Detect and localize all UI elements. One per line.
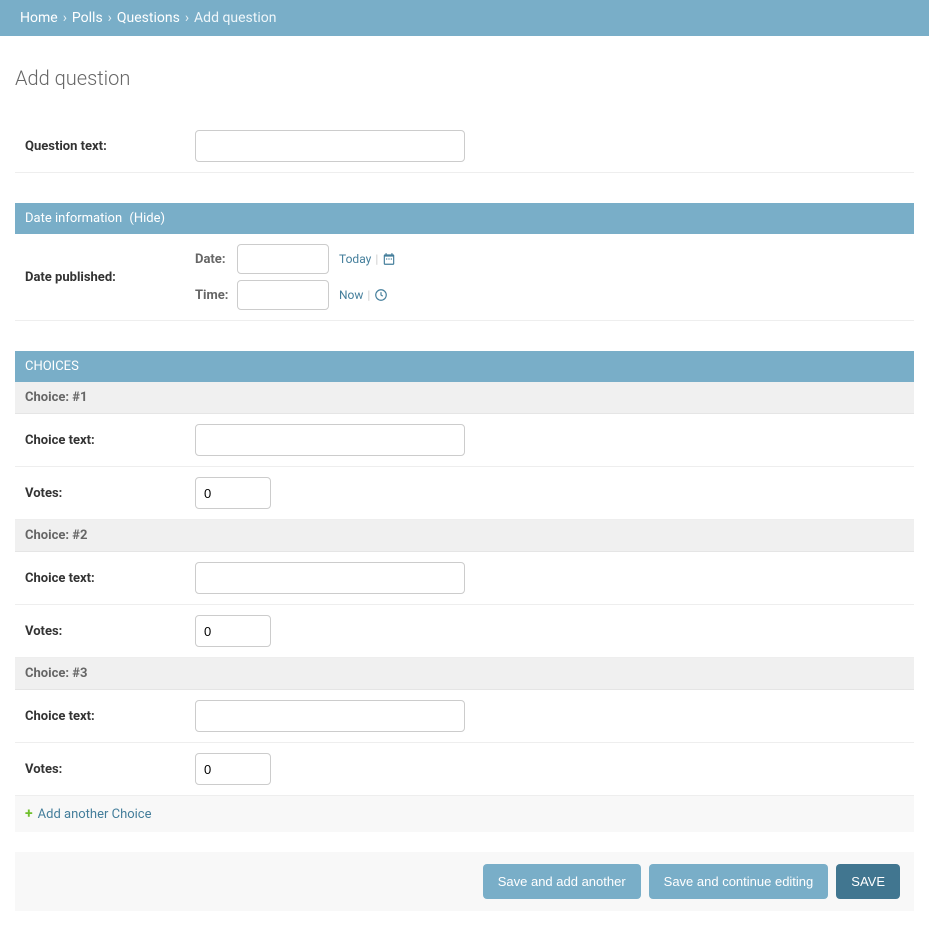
sublabel-time: Time: xyxy=(195,288,237,303)
label-date-published: Date published: xyxy=(25,270,195,285)
row-choice-text: Choice text: xyxy=(15,690,914,743)
breadcrumb-sep: › xyxy=(108,10,112,26)
inline-header-choice: Choice: #3 xyxy=(15,658,914,690)
row-votes: Votes: xyxy=(15,743,914,796)
input-date[interactable] xyxy=(237,244,329,274)
save-continue-button[interactable]: Save and continue editing xyxy=(649,864,829,899)
save-add-another-button[interactable]: Save and add another xyxy=(483,864,641,899)
date-line: Date: Today | xyxy=(195,244,904,274)
row-votes: Votes: xyxy=(15,605,914,658)
add-row: + Add another Choice xyxy=(15,796,914,832)
breadcrumb-home[interactable]: Home xyxy=(20,10,58,26)
breadcrumb: Home › Polls › Questions › Add question xyxy=(0,0,929,36)
save-button[interactable]: SAVE xyxy=(836,864,900,899)
label-votes: Votes: xyxy=(25,762,195,777)
now-link[interactable]: Now xyxy=(339,288,363,302)
input-choice-text-1[interactable] xyxy=(195,424,465,456)
add-another-choice-label: Add another Choice xyxy=(38,807,152,822)
breadcrumb-current: Add question xyxy=(194,10,276,26)
label-question-text: Question text: xyxy=(25,139,195,154)
breadcrumb-sep: › xyxy=(185,10,189,26)
input-votes-1[interactable] xyxy=(195,477,271,509)
label-votes: Votes: xyxy=(25,624,195,639)
submit-row: Save and add another Save and continue e… xyxy=(15,852,914,911)
input-question-text[interactable] xyxy=(195,130,465,162)
input-votes-3[interactable] xyxy=(195,753,271,785)
label-votes: Votes: xyxy=(25,486,195,501)
section-title: Date information xyxy=(25,211,122,226)
breadcrumb-sep: › xyxy=(63,10,67,26)
section-header-date-info: Date information (Hide) xyxy=(15,203,914,234)
calendar-icon[interactable] xyxy=(382,252,396,266)
add-another-choice-link[interactable]: + Add another Choice xyxy=(25,807,152,822)
module-question: Question text: xyxy=(15,120,914,173)
row-question-text: Question text: xyxy=(15,120,914,173)
module-date-info: Date information (Hide) Date published: … xyxy=(15,203,914,321)
breadcrumb-polls[interactable]: Polls xyxy=(72,10,103,26)
clock-icon[interactable] xyxy=(374,288,388,302)
row-choice-text: Choice text: xyxy=(15,552,914,605)
module-choices: Choices Choice: #1 Choice text: Votes: C… xyxy=(15,351,914,832)
time-line: Time: Now | xyxy=(195,280,904,310)
inline-header-choice: Choice: #2 xyxy=(15,520,914,552)
row-votes: Votes: xyxy=(15,467,914,520)
label-choice-text: Choice text: xyxy=(25,709,195,724)
label-choice-text: Choice text: xyxy=(25,433,195,448)
input-choice-text-3[interactable] xyxy=(195,700,465,732)
today-link[interactable]: Today xyxy=(339,252,371,266)
breadcrumb-questions[interactable]: Questions xyxy=(117,10,180,26)
dt-sep: | xyxy=(375,252,378,266)
row-choice-text: Choice text: xyxy=(15,414,914,467)
dt-sep: | xyxy=(367,288,370,302)
sublabel-date: Date: xyxy=(195,252,237,267)
plus-icon: + xyxy=(25,807,33,821)
label-choice-text: Choice text: xyxy=(25,571,195,586)
inline-header-choice: Choice: #1 xyxy=(15,382,914,414)
page-title: Add question xyxy=(15,66,914,90)
input-time[interactable] xyxy=(237,280,329,310)
input-choice-text-2[interactable] xyxy=(195,562,465,594)
input-votes-2[interactable] xyxy=(195,615,271,647)
hide-toggle[interactable]: (Hide) xyxy=(129,211,165,226)
row-date-published: Date published: Date: Today | Time: Now … xyxy=(15,234,914,321)
section-header-choices: Choices xyxy=(15,351,914,382)
